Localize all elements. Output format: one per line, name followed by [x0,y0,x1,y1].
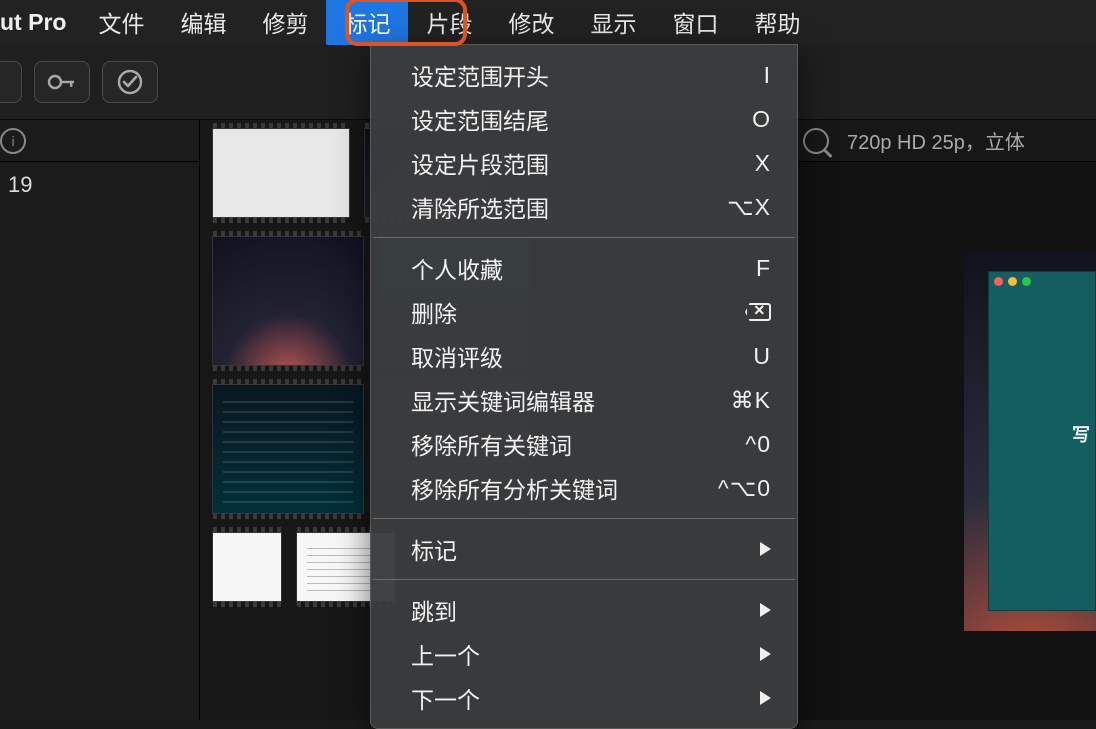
sidebar: i 19 [0,120,200,720]
menu-clear-selected-range[interactable]: 清除所选范围⌥X [371,185,797,229]
menu-set-clip-range[interactable]: 设定片段范围X [371,141,797,185]
clip-thumbnail[interactable] [212,236,364,366]
clip-thumbnail[interactable] [212,128,350,218]
menu-show-keyword-editor[interactable]: 显示关键词编辑器⌘K [371,378,797,422]
menu-help[interactable]: 帮助 [736,0,818,45]
menu-remove-all-analysis-keywords[interactable]: 移除所有分析关键词^⌥0 [371,466,797,510]
viewer-header: 720p HD 25p，立体 [781,120,1096,162]
menu-bar: ut Pro 文件 编辑 修剪 标记 片段 修改 显示 窗口 帮助 [0,0,1096,44]
checkmark-circle-icon [116,68,144,96]
menu-next-submenu[interactable]: 下一个 [371,676,797,720]
menu-markers-submenu[interactable]: 标记 [371,527,797,571]
mark-dropdown-menu: 设定范围开头I 设定范围结尾O 设定片段范围X 清除所选范围⌥X 个人收藏F 删… [370,44,798,729]
menu-set-range-start[interactable]: 设定范围开头I [371,53,797,97]
menu-separator [373,237,795,238]
viewer-pane: 720p HD 25p，立体 写 [780,120,1096,720]
viewer-canvas[interactable]: 写 [781,162,1096,720]
menu-window[interactable]: 窗口 [654,0,736,45]
preview-frame: 写 [964,251,1096,631]
submenu-arrow-icon [760,691,771,705]
menu-view[interactable]: 显示 [572,0,654,45]
sidebar-item[interactable]: 19 [0,162,199,208]
menu-separator [373,518,795,519]
clip-thumbnail[interactable] [212,384,364,514]
check-button[interactable] [102,61,158,103]
menu-delete[interactable]: 删除 [371,290,797,334]
preview-overlay-text: 写 [1072,421,1090,447]
sidebar-header: i [0,120,199,162]
menu-modify[interactable]: 修改 [490,0,572,45]
menu-unrate[interactable]: 取消评级U [371,334,797,378]
menu-previous-submenu[interactable]: 上一个 [371,632,797,676]
keyword-button[interactable] [34,61,90,103]
submenu-arrow-icon [760,647,771,661]
info-icon: i [0,128,26,154]
menu-remove-all-keywords[interactable]: 移除所有关键词^0 [371,422,797,466]
submenu-arrow-icon [760,603,771,617]
toolbar-button-left[interactable] [0,61,22,103]
menu-clip[interactable]: 片段 [408,0,490,45]
menu-favorite[interactable]: 个人收藏F [371,246,797,290]
submenu-arrow-icon [760,542,771,556]
menu-trim[interactable]: 修剪 [244,0,326,45]
menu-edit[interactable]: 编辑 [162,0,244,45]
format-info: 720p HD 25p，立体 [847,126,1025,155]
menu-goto-submenu[interactable]: 跳到 [371,588,797,632]
menu-set-range-end[interactable]: 设定范围结尾O [371,97,797,141]
menu-file[interactable]: 文件 [80,0,162,45]
clip-thumbnail[interactable] [212,532,282,602]
menu-mark[interactable]: 标记 [326,0,408,45]
search-icon[interactable] [803,128,829,154]
menu-separator [373,579,795,580]
delete-key-icon [745,303,771,321]
key-icon [47,72,77,92]
app-name: ut Pro [0,9,80,36]
